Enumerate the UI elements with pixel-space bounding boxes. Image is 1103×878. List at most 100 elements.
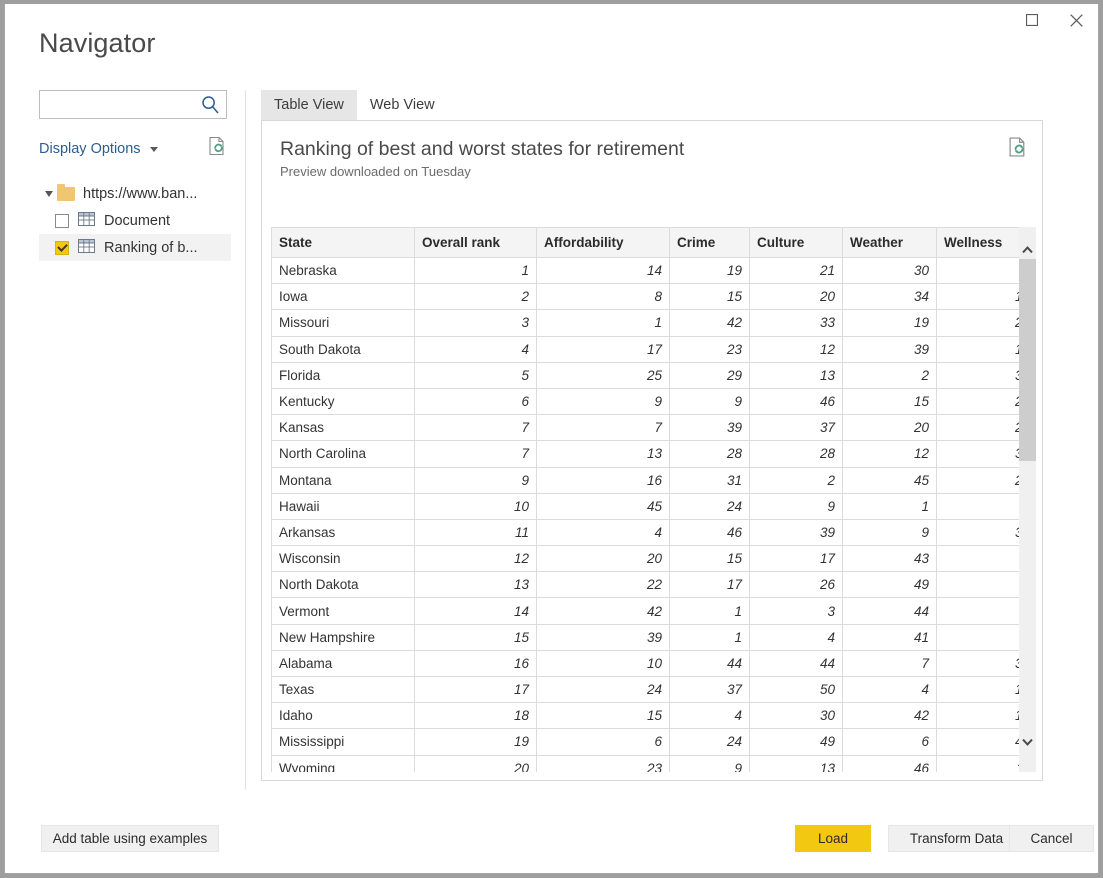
- table-row[interactable]: New Hampshire153914413: [271, 623, 1019, 651]
- table-row[interactable]: Florida5252913231: [271, 361, 1019, 389]
- table-row[interactable]: Hawaii104524919: [271, 492, 1019, 520]
- cell-state: Nebraska: [271, 256, 415, 285]
- table-row[interactable]: Vermont144213441: [271, 597, 1019, 625]
- search-input[interactable]: [45, 92, 197, 117]
- table-row[interactable]: Kentucky699461524: [271, 387, 1019, 416]
- scroll-down-button[interactable]: [1019, 733, 1036, 750]
- cell-value: 42: [842, 702, 937, 730]
- document-refresh-icon[interactable]: [208, 136, 227, 161]
- cell-value: 41: [842, 623, 937, 651]
- column-header[interactable]: State: [271, 227, 415, 258]
- cell-value: 1: [414, 256, 537, 285]
- cell-state: North Carolina: [271, 440, 415, 468]
- cell-state: Wyoming: [271, 754, 415, 772]
- table-row[interactable]: Arkansas1144639934: [271, 518, 1019, 547]
- cell-value: 12: [936, 283, 1019, 311]
- cell-value: 19: [669, 256, 750, 285]
- cancel-button[interactable]: Cancel: [1009, 825, 1094, 852]
- column-header[interactable]: Wellness: [936, 227, 1019, 258]
- cell-value: 12: [842, 440, 937, 468]
- cell-value: 39: [749, 518, 843, 547]
- table-row[interactable]: Iowa2815203412: [271, 283, 1019, 311]
- add-table-using-examples-button[interactable]: Add table using examples: [41, 825, 219, 852]
- cell-value: 7: [414, 440, 537, 468]
- maximize-button[interactable]: [1010, 4, 1054, 36]
- cell-value: 16: [414, 649, 537, 678]
- cell-value: 24: [536, 675, 670, 704]
- cell-value: 17: [414, 675, 537, 704]
- cell-value: 1: [936, 597, 1019, 625]
- column-header[interactable]: Culture: [749, 227, 843, 258]
- folder-icon: [57, 183, 75, 201]
- cell-value: 6: [414, 387, 537, 416]
- cell-value: 24: [936, 387, 1019, 416]
- table-row[interactable]: Texas17243750413: [271, 675, 1019, 704]
- cell-value: 39: [669, 414, 750, 442]
- cell-value: 39: [536, 623, 670, 651]
- table-row[interactable]: Montana9163124520: [271, 466, 1019, 494]
- cell-value: 20: [749, 283, 843, 311]
- display-options-button[interactable]: Display Options: [39, 141, 141, 157]
- cell-value: 17: [536, 335, 670, 363]
- cell-value: 49: [749, 728, 843, 756]
- table-row[interactable]: North Dakota13221726492: [271, 571, 1019, 599]
- cell-state: Kansas: [271, 414, 415, 442]
- column-header[interactable]: Weather: [842, 227, 937, 258]
- table-row[interactable]: Wyoming20239134611: [271, 754, 1019, 772]
- cell-value: 9: [669, 754, 750, 772]
- cell-value: 50: [749, 675, 843, 704]
- cell-value: 15: [936, 702, 1019, 730]
- expander-icon[interactable]: [41, 190, 57, 197]
- cell-value: 21: [936, 414, 1019, 442]
- checkbox-document[interactable]: [55, 213, 69, 228]
- column-header[interactable]: Crime: [669, 227, 750, 258]
- table-row[interactable]: Mississippi1962449640: [271, 728, 1019, 756]
- chevron-down-icon[interactable]: [149, 147, 158, 152]
- table-row[interactable]: Nebraska1141921308: [271, 256, 1019, 285]
- cell-value: 22: [536, 571, 670, 599]
- cell-value: 24: [669, 492, 750, 520]
- cell-value: 12: [749, 335, 843, 363]
- sidebar: Display Options https://www.ban... Docum…: [39, 90, 235, 790]
- table-row[interactable]: South Dakota41723123910: [271, 335, 1019, 363]
- cell-value: 5: [414, 361, 537, 389]
- tree-item-ranking[interactable]: Ranking of b...: [39, 234, 231, 261]
- cell-value: 11: [414, 518, 537, 547]
- tree-item-document[interactable]: Document: [39, 207, 231, 234]
- cell-value: 13: [749, 754, 843, 772]
- cell-value: 4: [842, 675, 937, 704]
- table-scroll-area[interactable]: State Overall rank Affordability Crime Cultu…: [271, 227, 1019, 772]
- cell-state: Idaho: [271, 702, 415, 730]
- transform-data-button[interactable]: Transform Data: [888, 825, 1025, 852]
- cell-value: 24: [669, 728, 750, 756]
- column-header[interactable]: Overall rank: [414, 227, 537, 258]
- table-row[interactable]: Kansas7739372021: [271, 414, 1019, 442]
- vertical-scrollbar[interactable]: [1019, 227, 1036, 772]
- tab-table-view[interactable]: Table View: [261, 90, 357, 120]
- search-box[interactable]: [39, 90, 227, 119]
- cell-value: 17: [749, 545, 843, 573]
- table-row[interactable]: Wisconsin12201517437: [271, 545, 1019, 573]
- load-button[interactable]: Load: [795, 825, 871, 852]
- cell-value: 8: [936, 256, 1019, 285]
- scrollbar-thumb[interactable]: [1019, 259, 1036, 461]
- column-header[interactable]: Affordability: [536, 227, 670, 258]
- table-row[interactable]: Alabama16104444731: [271, 649, 1019, 678]
- cell-state: Kentucky: [271, 387, 415, 416]
- cell-state: Missouri: [271, 309, 415, 337]
- table-row[interactable]: Missouri3142331927: [271, 309, 1019, 337]
- maximize-icon: [1026, 14, 1038, 26]
- cell-value: 33: [936, 440, 1019, 468]
- tree-item-label: Document: [104, 212, 171, 229]
- preview-title: Ranking of best and worst states for ret…: [280, 138, 685, 160]
- tree-item-root[interactable]: https://www.ban...: [39, 180, 231, 207]
- table-row[interactable]: Idaho18154304215: [271, 702, 1019, 730]
- tab-web-view[interactable]: Web View: [357, 90, 448, 120]
- checkbox-ranking[interactable]: [55, 240, 69, 255]
- cell-value: 49: [842, 571, 937, 599]
- scroll-up-button[interactable]: [1019, 241, 1036, 258]
- cell-value: 10: [936, 335, 1019, 363]
- close-button[interactable]: [1054, 4, 1098, 36]
- document-refresh-icon[interactable]: [1008, 136, 1028, 163]
- table-row[interactable]: North Carolina71328281233: [271, 440, 1019, 468]
